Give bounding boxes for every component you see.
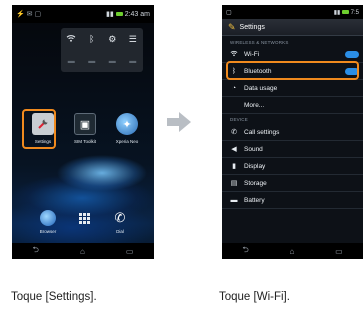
globe-icon[interactable]: ✦ — [116, 113, 138, 135]
settings-row-sound[interactable]: ◀ Sound — [222, 141, 363, 158]
settings-header: ✎ Settings — [222, 19, 363, 36]
instruction-figure: ⚡ ✉ ▢ ▮▮ 2:43 am ᛒ ⚙ ☰ ▬ ▬ ▬ ▬ Settings … — [0, 0, 363, 312]
settings-row-battery[interactable]: ▬ Battery — [222, 192, 363, 209]
settings-row-label: Sound — [244, 145, 263, 153]
page-title: Settings — [239, 23, 265, 31]
settings-row-data-usage[interactable]: ◔ Data usage — [222, 80, 363, 97]
dock-apps[interactable] — [70, 210, 98, 226]
settings-row-call[interactable]: ✆ Call settings — [222, 124, 363, 141]
section-wireless: WIRELESS & NETWORKS — [230, 40, 289, 45]
settings-row-label: Storage — [244, 179, 267, 187]
battery-icon — [115, 12, 123, 16]
back-icon[interactable]: ⮌ — [242, 244, 248, 258]
settings-highlight-box — [22, 109, 56, 149]
status-bar: ⚡ ✉ ▢ ▮▮ 2:43 am — [12, 5, 154, 23]
settings-row-label: Call settings — [244, 128, 280, 136]
status-time: 2:43 am — [124, 10, 150, 18]
brightness-state-indicator: ▬ — [129, 57, 137, 65]
wifi-highlight-box — [226, 61, 359, 80]
sync-toggle-icon[interactable]: ⚙ — [108, 34, 116, 44]
recents-icon[interactable]: ▭ — [335, 247, 343, 256]
dock-dial[interactable]: ✆ Dial — [106, 210, 134, 234]
speaker-icon: ◀ — [231, 146, 237, 153]
settings-row-more[interactable]: More... — [222, 97, 363, 114]
caption-step-wifi: Toque [Wi-Fi]. — [219, 291, 290, 303]
bluetooth-toggle-icon[interactable]: ᛒ — [89, 34, 94, 44]
settings-screen-phone: ▢ ▮▮ 7:5 ✎ Settings WIRELESS & NETWORKS … — [222, 5, 363, 259]
dock-browser[interactable]: Browser — [34, 210, 62, 234]
nav-bar: ⮌ ⌂ ▭ — [12, 243, 154, 259]
section-device: DEVICE — [230, 117, 248, 122]
sync-state-indicator: ▬ — [108, 57, 116, 65]
battery-status-icon — [341, 9, 349, 14]
home-icon[interactable]: ⌂ — [80, 247, 85, 256]
next-step-arrow-icon — [167, 112, 191, 132]
wifi-toggle-icon[interactable] — [66, 34, 76, 45]
settings-row-label: Data usage — [244, 84, 278, 92]
back-icon[interactable]: ⮌ — [33, 244, 39, 258]
app-shortcuts: Settings ▣ SIM Toolkit ✦ Xperia Neo — [22, 109, 144, 161]
app-label-xperia: Xperia Neo — [115, 139, 139, 144]
browser-globe-icon[interactable] — [40, 210, 56, 226]
status-right-icons: ▮▮ 7:5 — [334, 9, 359, 16]
brightness-toggle-icon[interactable]: ☰ — [129, 34, 137, 44]
settings-row-label: More... — [244, 101, 265, 109]
bluetooth-state-indicator: ▬ — [88, 57, 96, 65]
dock: Browser ✆ Dial — [34, 210, 134, 240]
recents-icon[interactable]: ▭ — [126, 247, 134, 256]
home-screen-phone: ⚡ ✉ ▢ ▮▮ 2:43 am ᛒ ⚙ ☰ ▬ ▬ ▬ ▬ Settings … — [12, 5, 154, 259]
caption-step-settings: Toque [Settings]. — [11, 291, 97, 303]
battery-icon: ▬ — [230, 196, 238, 204]
quick-settings-widget[interactable]: ᛒ ⚙ ☰ ▬ ▬ ▬ ▬ — [61, 28, 143, 72]
storage-icon: ▤ — [230, 180, 238, 187]
status-right-icons: ▮▮ 2:43 am — [105, 10, 150, 19]
status-time: 7:5 — [350, 9, 359, 16]
notification-icon: ▢ — [226, 9, 232, 16]
settings-row-label: Wi-Fi — [244, 50, 260, 58]
wifi-state-indicator: ▬ — [67, 57, 75, 65]
signal-icon: ▮▮ — [105, 11, 114, 18]
dock-label-browser: Browser — [39, 229, 57, 234]
app-settings[interactable]: Settings — [22, 109, 60, 161]
sim-card-icon[interactable]: ▣ — [74, 113, 96, 135]
wifi-icon — [230, 50, 238, 59]
settings-row-storage[interactable]: ▤ Storage — [222, 175, 363, 192]
apps-grid-icon[interactable] — [76, 210, 92, 226]
app-label-sim: SIM Toolkit — [74, 139, 96, 144]
dock-label-dial: Dial — [116, 229, 124, 234]
app-sim-toolkit[interactable]: ▣ SIM Toolkit — [68, 113, 102, 161]
phone-icon[interactable]: ✆ — [112, 210, 128, 226]
settings-row-label: Display — [244, 162, 266, 170]
home-icon[interactable]: ⌂ — [290, 247, 295, 256]
phone-icon: ✆ — [231, 129, 237, 136]
data-usage-icon: ◔ — [231, 84, 237, 92]
nav-bar: ⮌ ⌂ ▭ — [222, 243, 363, 259]
settings-wrench-icon: ✎ — [228, 21, 236, 32]
app-xperia[interactable]: ✦ Xperia Neo — [110, 113, 144, 161]
display-icon: ▮ — [232, 163, 236, 170]
settings-row-label: Battery — [244, 196, 265, 204]
wifi-toggle[interactable] — [345, 51, 359, 58]
notification-icons: ⚡ ✉ ▢ — [16, 11, 42, 18]
signal-icon: ▮▮ — [333, 9, 341, 16]
settings-row-display[interactable]: ▮ Display — [222, 158, 363, 175]
status-bar: ▢ ▮▮ 7:5 — [222, 5, 363, 19]
